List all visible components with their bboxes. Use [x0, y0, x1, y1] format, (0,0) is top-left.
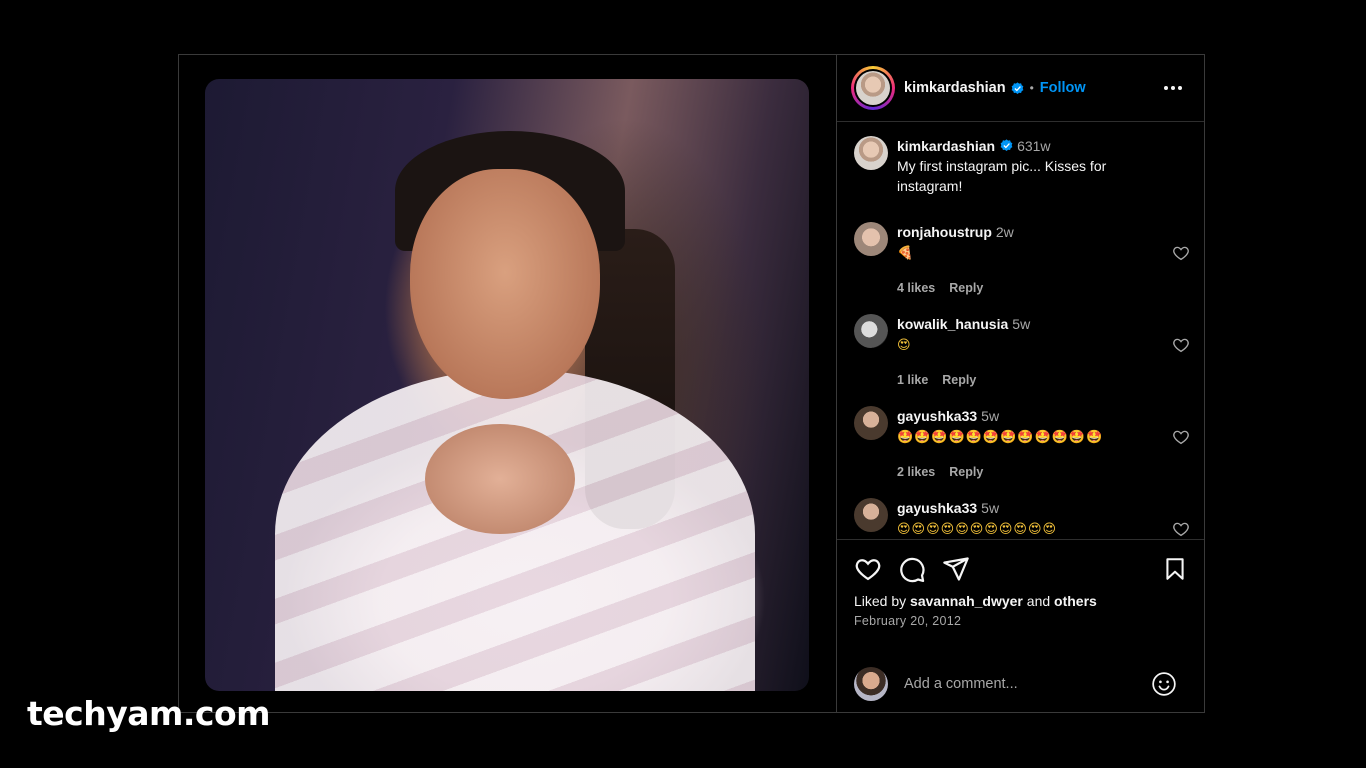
bookmark-icon[interactable] [1162, 556, 1188, 582]
commenter-username[interactable]: gayushka33 [897, 408, 977, 424]
add-comment-input[interactable]: Add a comment... [904, 676, 1151, 692]
post-header: kimkardashian • Follow [837, 55, 1204, 122]
comment-time: 5w [981, 500, 1000, 516]
post-caption: kimkardashian 631w My first instagram pic… [854, 136, 1157, 196]
post-sidebar: kimkardashian • Follow kimkardashian 631w… [837, 55, 1204, 712]
commenter-avatar[interactable] [854, 406, 888, 440]
follow-button[interactable]: Follow [1040, 80, 1086, 96]
liked-by-others[interactable]: others [1054, 593, 1097, 609]
post-date[interactable]: February 20, 2012 [837, 610, 1204, 632]
comment-heart-icon[interactable] [1172, 428, 1190, 446]
comment-heart-icon[interactable] [1172, 520, 1190, 538]
share-icon[interactable] [942, 555, 970, 583]
post-media [179, 55, 837, 712]
reply-button[interactable]: Reply [942, 373, 976, 387]
heart-icon[interactable] [854, 555, 882, 583]
caption-avatar[interactable] [854, 136, 888, 170]
comment-time: 5w [981, 408, 1000, 424]
comment-icon[interactable] [898, 555, 926, 583]
comment-text: 🤩🤩🤩🤩🤩🤩🤩🤩🤩🤩🤩🤩 [897, 430, 1104, 445]
liked-by-conj: and [1026, 593, 1051, 609]
current-user-avatar [854, 667, 888, 701]
liked-by-prefix: Liked by [854, 593, 907, 609]
commenter-avatar[interactable] [854, 314, 888, 348]
reply-button[interactable]: Reply [949, 281, 983, 295]
more-options-icon[interactable] [1164, 86, 1182, 90]
watermark: techyam.com [27, 694, 271, 733]
post-actions-area: Liked by savannah_dwyer and others Febru… [837, 539, 1204, 714]
author-username[interactable]: kimkardashian [904, 80, 1006, 96]
verified-badge-icon [1000, 139, 1013, 152]
comment-text: 🍕 [897, 246, 915, 261]
action-bar [837, 540, 1204, 584]
author-avatar[interactable] [851, 66, 895, 110]
comment-likes[interactable]: 1 like [897, 373, 928, 387]
comment-heart-icon[interactable] [1172, 244, 1190, 262]
liked-by-text: Liked by savannah_dwyer and others [837, 584, 1204, 610]
separator-dot: • [1029, 81, 1034, 95]
verified-badge-icon [1011, 81, 1023, 94]
reply-button[interactable]: Reply [949, 465, 983, 479]
caption-username[interactable]: kimkardashian [897, 138, 995, 154]
comments-list[interactable]: kimkardashian 631w My first instagram pic… [837, 123, 1204, 539]
post-dialog: kimkardashian • Follow kimkardashian 631w… [178, 54, 1205, 713]
comment-text: 😍 [897, 338, 912, 353]
liked-by-user[interactable]: savannah_dwyer [910, 593, 1023, 609]
add-comment-bar: Add a comment... [837, 654, 1204, 714]
comment-likes[interactable]: 2 likes [897, 465, 935, 479]
comment-text: 😍😍😍😍😍😍😍😍😍😍😍 [897, 522, 1058, 537]
comment-time: 5w [1012, 316, 1031, 332]
post-photo[interactable] [205, 79, 809, 691]
comment-time: 2w [995, 224, 1014, 240]
commenter-avatar[interactable] [854, 498, 888, 532]
comment-heart-icon[interactable] [1172, 336, 1190, 354]
commenter-username[interactable]: kowalik_hanusia [897, 316, 1008, 332]
comment-likes[interactable]: 4 likes [897, 281, 935, 295]
commenter-avatar[interactable] [854, 222, 888, 256]
caption-text: My first instagram pic... Kisses for ins… [897, 158, 1107, 194]
comment-item: kowalik_hanusia 5w 😍 1 like Reply [854, 314, 1190, 390]
emoji-icon[interactable] [1151, 671, 1177, 697]
commenter-username[interactable]: ronjahoustrup [897, 224, 992, 240]
caption-time: 631w [1017, 138, 1051, 154]
comment-item: ronjahoustrup 2w 🍕 4 likes Reply [854, 222, 1190, 298]
comment-item: gayushka33 5w 🤩🤩🤩🤩🤩🤩🤩🤩🤩🤩🤩🤩 2 likes Reply [854, 406, 1190, 482]
comment-item: gayushka33 5w 😍😍😍😍😍😍😍😍😍😍😍 [854, 498, 1190, 539]
commenter-username[interactable]: gayushka33 [897, 500, 977, 516]
